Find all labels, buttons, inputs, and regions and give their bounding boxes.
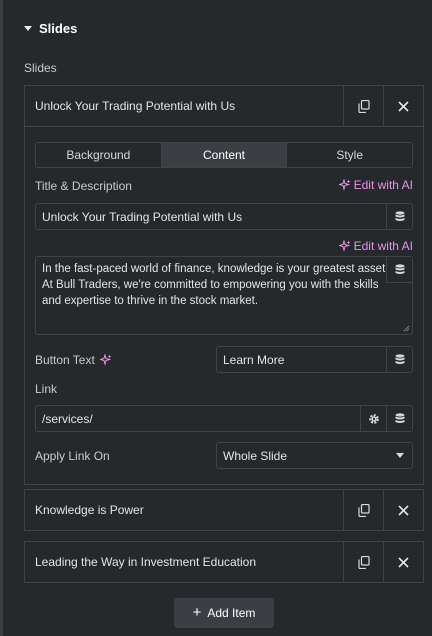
link-options-button[interactable] (360, 406, 386, 431)
dynamic-tags-button[interactable] (386, 347, 412, 372)
section-title: Slides (39, 20, 78, 36)
sparkle-icon (338, 240, 351, 252)
dynamic-tags-button[interactable] (386, 406, 412, 431)
tab-content[interactable]: Content (160, 143, 287, 167)
section-toggle[interactable]: Slides (24, 18, 77, 38)
remove-button[interactable] (383, 86, 423, 126)
duplicate-icon (357, 555, 370, 569)
slide-editor: Background Content Style Title & Descrip… (25, 126, 423, 484)
slides-label: Slides (24, 61, 57, 75)
slide-item-header[interactable]: Unlock Your Trading Potential with Us (25, 86, 423, 126)
slide-item-title[interactable]: Leading the Way in Investment Education (25, 555, 343, 569)
slide-item: Unlock Your Trading Potential with Us Ba… (24, 85, 424, 485)
close-icon (398, 100, 409, 112)
add-item-label: Add Item (207, 606, 256, 620)
dynamic-tags-button[interactable] (386, 257, 412, 283)
title-input-value: Unlock Your Trading Potential with Us (42, 209, 243, 224)
chevron-down-icon (396, 453, 404, 458)
editor-tabs: Background Content Style (35, 142, 413, 168)
dynamic-tags-button[interactable] (386, 204, 412, 229)
button-text-label-row: Button Text (35, 353, 112, 367)
title-description-label: Title & Description (35, 179, 132, 193)
close-icon (398, 504, 409, 516)
add-item-button[interactable]: + Add Item (174, 598, 274, 628)
tab-style[interactable]: Style (286, 143, 412, 167)
sparkle-icon (338, 179, 351, 191)
apply-link-value: Whole Slide (223, 448, 288, 463)
slide-item-title[interactable]: Knowledge is Power (25, 503, 343, 517)
duplicate-button[interactable] (343, 490, 383, 530)
plus-icon: + (192, 603, 202, 621)
tab-background[interactable]: Background (36, 143, 161, 167)
panel-edge (0, 0, 3, 636)
caret-down-icon (24, 26, 32, 31)
description-textarea[interactable]: In the fast-paced world of finance, know… (35, 256, 413, 335)
database-icon (395, 264, 404, 274)
apply-link-select[interactable]: Whole Slide (216, 442, 413, 469)
slides-panel: Slides Slides Unlock Your Trading Potent… (0, 0, 432, 636)
sparkle-icon[interactable] (99, 354, 112, 366)
link-value: /services/ (42, 411, 93, 426)
description-text: In the fast-paced world of finance, know… (42, 263, 389, 307)
link-label: Link (35, 382, 58, 396)
remove-button[interactable] (383, 542, 423, 582)
edit-with-ai-label: Edit with AI (353, 239, 413, 253)
database-icon (395, 354, 404, 364)
button-text-input[interactable]: Learn More (216, 346, 413, 373)
duplicate-icon (357, 99, 370, 113)
button-text-value: Learn More (223, 352, 285, 367)
slide-item: Leading the Way in Investment Education (24, 541, 424, 583)
title-input[interactable]: Unlock Your Trading Potential with Us (35, 203, 413, 230)
slide-item-header[interactable]: Leading the Way in Investment Education (25, 542, 423, 582)
resize-handle-icon[interactable] (403, 325, 410, 332)
duplicate-icon (357, 503, 370, 517)
remove-button[interactable] (383, 490, 423, 530)
gear-icon (368, 413, 379, 424)
edit-with-ai-description[interactable]: Edit with AI (338, 239, 413, 253)
apply-link-label: Apply Link On (35, 449, 110, 463)
database-icon (395, 413, 404, 423)
link-input[interactable]: /services/ (35, 405, 413, 432)
database-icon (395, 211, 404, 221)
button-text-label: Button Text (35, 353, 95, 367)
slide-item-header[interactable]: Knowledge is Power (25, 490, 423, 530)
edit-with-ai-label: Edit with AI (353, 178, 413, 192)
slide-item: Knowledge is Power (24, 489, 424, 531)
duplicate-button[interactable] (343, 86, 383, 126)
duplicate-button[interactable] (343, 542, 383, 582)
slide-item-title[interactable]: Unlock Your Trading Potential with Us (25, 99, 343, 113)
close-icon (398, 556, 409, 568)
edit-with-ai-title[interactable]: Edit with AI (338, 178, 413, 192)
